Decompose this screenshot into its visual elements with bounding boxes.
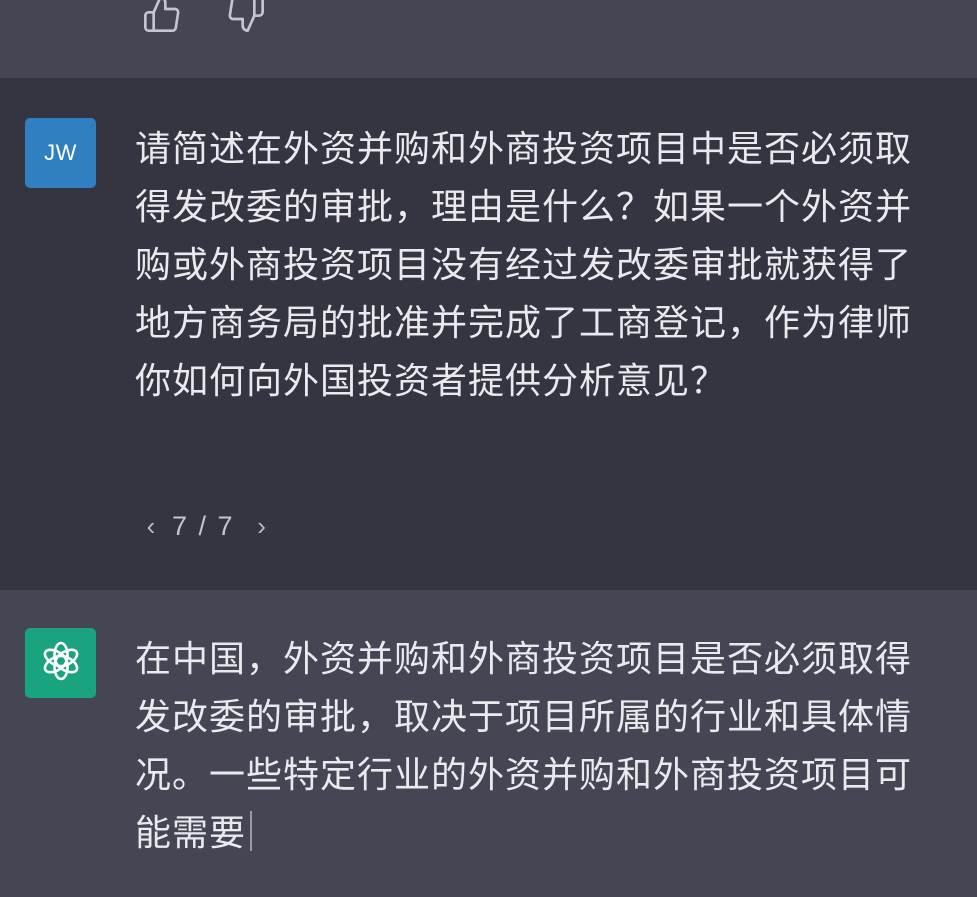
response-pager: ‹ 7 / 7 › (138, 511, 275, 542)
assistant-message-text: 在中国，外资并购和外商投资项目是否必须取得发改委的审批，取决于项目所属的行业和具… (135, 631, 947, 863)
thumbs-down-icon[interactable] (226, 0, 266, 34)
pager-count: 7 / 7 (172, 511, 235, 541)
openai-logo-icon (38, 638, 84, 688)
assistant-avatar (25, 628, 96, 698)
user-message-text: 请简述在外资并购和外商投资项目中是否必须取得发改委的审批，理由是什么？如果一个外… (135, 129, 913, 402)
user-message: JW 请简述在外资并购和外商投资项目中是否必须取得发改委的审批，理由是什么？如果… (0, 78, 977, 590)
user-avatar-initials: JW (44, 140, 77, 165)
assistant-message: 在中国，外资并购和外商投资项目是否必须取得发改委的审批，取决于项目所属的行业和具… (0, 590, 977, 897)
chevron-left-icon[interactable]: ‹ (138, 511, 164, 542)
thumbs-up-icon[interactable] (142, 0, 182, 34)
previous-message-feedback-bar (0, 0, 977, 78)
user-avatar: JW (25, 118, 96, 188)
typing-cursor (250, 811, 253, 851)
chevron-right-icon[interactable]: › (249, 511, 275, 542)
